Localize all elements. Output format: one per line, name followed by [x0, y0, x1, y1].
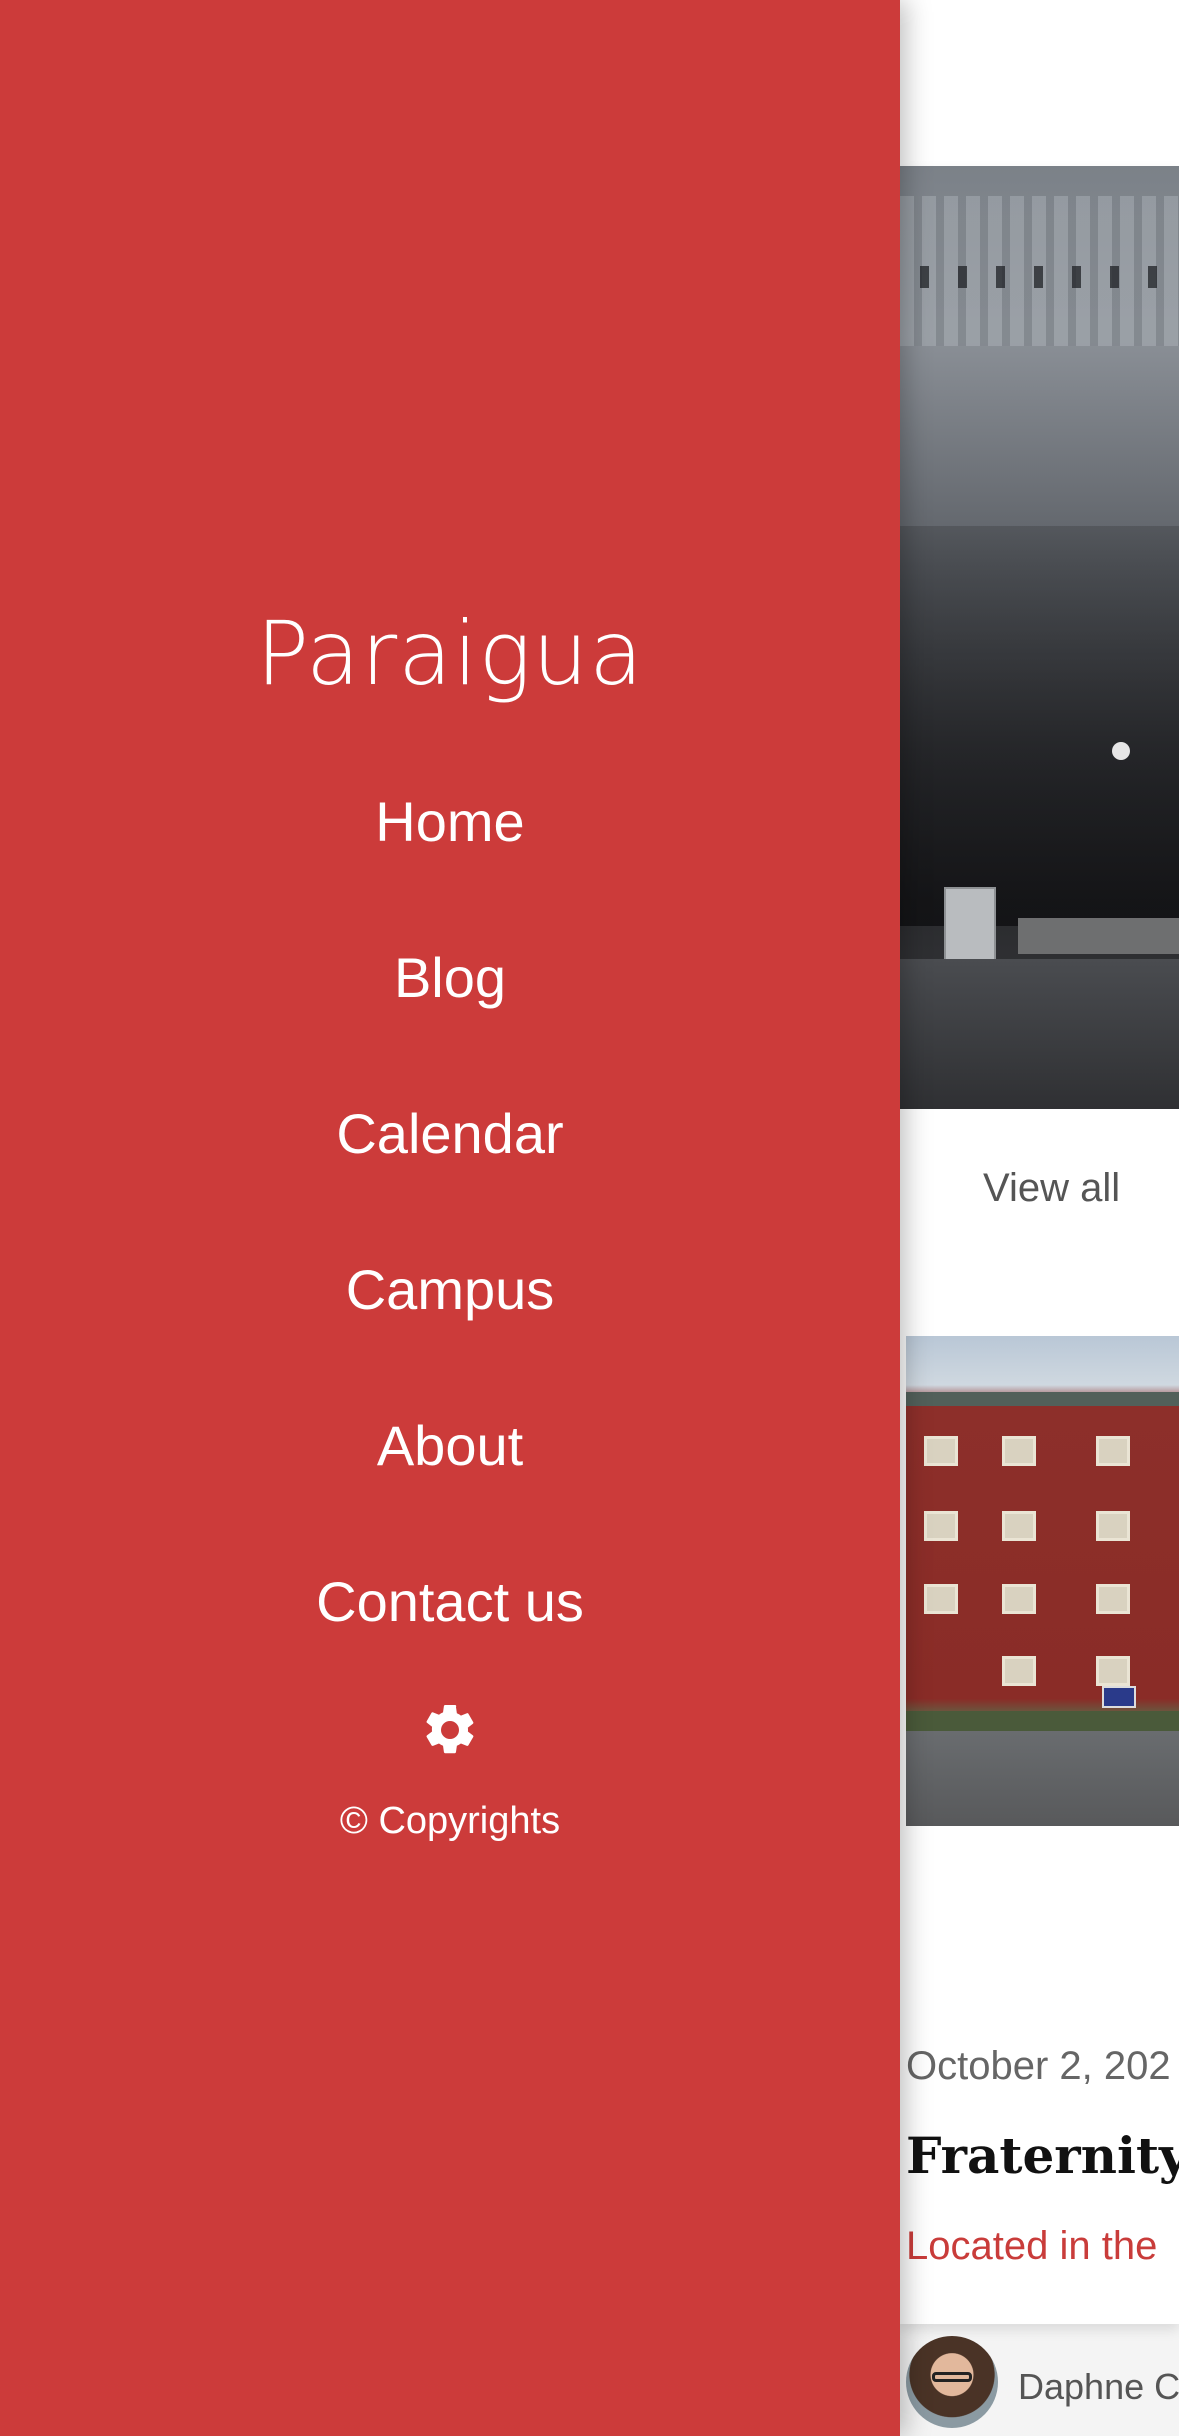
top-app-bar	[900, 0, 1179, 166]
view-all-link[interactable]: View all	[900, 1166, 1179, 1211]
post-date: October 2, 202	[906, 2044, 1171, 2088]
nav-item-calendar[interactable]: Calendar	[0, 1090, 900, 1246]
nav-item-home[interactable]: Home	[0, 778, 900, 934]
copyright-text: © Copyrights	[339, 1800, 561, 1842]
nav-item-contact-us[interactable]: Contact us	[0, 1558, 900, 1714]
nav-item-blog[interactable]: Blog	[0, 934, 900, 1090]
hero-image[interactable]	[900, 166, 1179, 1109]
post-image[interactable]	[906, 1336, 1179, 1826]
drawer-nav-list: Home Blog Calendar Campus About Contact …	[0, 778, 900, 1714]
featured-card: View all October 2, 202 Fraternity I Loc…	[900, 166, 1179, 2428]
nav-item-about[interactable]: About	[0, 1402, 900, 1558]
post-title[interactable]: Fraternity I	[906, 2126, 1179, 2185]
brand-title[interactable]: Paraigua	[0, 602, 900, 706]
author-name: Daphne C	[1018, 2366, 1179, 2407]
post-excerpt: Located in the	[906, 2224, 1158, 2268]
gear-icon[interactable]	[420, 1700, 480, 1760]
author-avatar	[906, 2336, 998, 2428]
nav-item-campus[interactable]: Campus	[0, 1246, 900, 1402]
navigation-drawer: Paraigua Home Blog Calendar Campus About…	[0, 0, 900, 2436]
background-page: View all October 2, 202 Fraternity I Loc…	[900, 0, 1179, 2436]
